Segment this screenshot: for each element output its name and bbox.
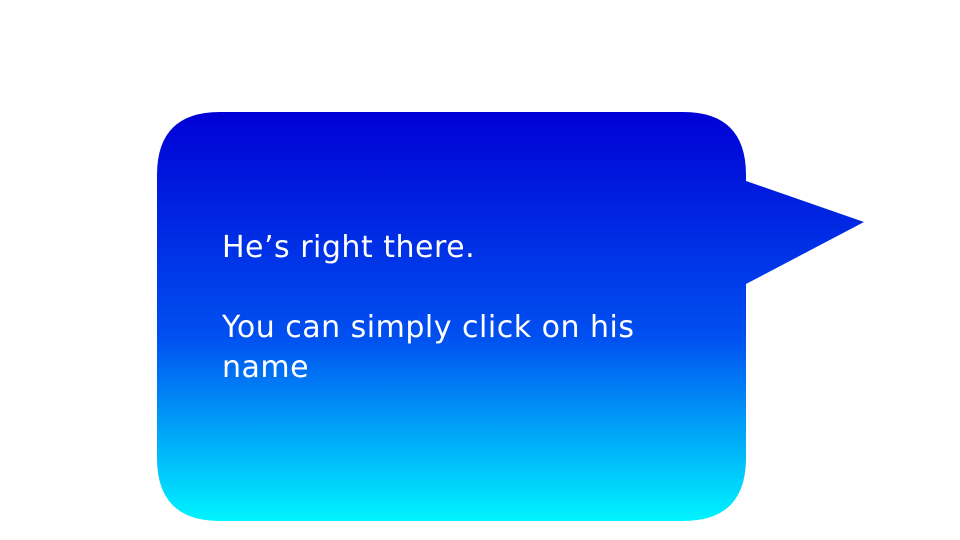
- bubble-line-1: He’s right there.: [222, 230, 476, 265]
- bubble-line-2: You can simply click on his name: [222, 310, 635, 385]
- slide: He’s right there. You can simply click o…: [0, 0, 960, 540]
- speech-bubble-text: He’s right there. You can simply click o…: [222, 228, 722, 388]
